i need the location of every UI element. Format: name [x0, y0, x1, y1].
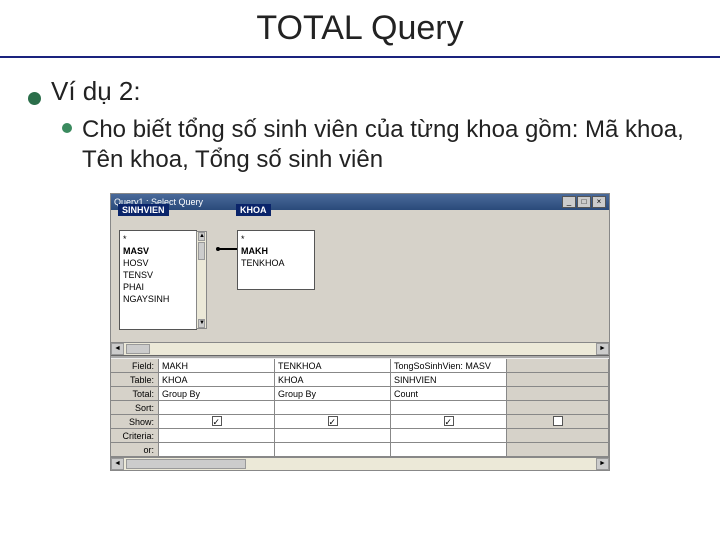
field-cell[interactable]: TENKHOA	[275, 359, 391, 372]
sort-cell[interactable]	[275, 401, 391, 414]
show-checkbox-cell[interactable]	[391, 415, 507, 428]
field-item[interactable]: NGAYSINH	[123, 293, 193, 305]
minimize-button[interactable]: _	[562, 196, 576, 208]
table-box-sinhvien[interactable]: * MASV HOSV TENSV PHAI NGAYSINH ▲ ▼	[119, 230, 197, 330]
table-cell[interactable]: SINHVIEN	[391, 373, 507, 386]
field-list-sinhvien[interactable]: * MASV HOSV TENSV PHAI NGAYSINH	[120, 231, 196, 307]
checkbox-icon[interactable]	[553, 416, 563, 426]
scroll-track[interactable]	[124, 343, 596, 355]
slide-title-bar: TOTAL Query	[0, 0, 720, 58]
table-header-khoa[interactable]: KHOA	[236, 204, 271, 216]
grid-row-show: Show:	[111, 415, 609, 429]
empty-cell[interactable]	[507, 387, 609, 400]
row-label-sort: Sort:	[111, 401, 159, 414]
table-cell[interactable]: KHOA	[275, 373, 391, 386]
window-titlebar[interactable]: Query1 : Select Query _ □ ×	[111, 194, 609, 210]
checkbox-icon[interactable]	[212, 416, 222, 426]
field-list-khoa[interactable]: * MAKH TENKHOA	[238, 231, 314, 271]
table-cell[interactable]: KHOA	[159, 373, 275, 386]
bullet-icon	[62, 123, 72, 133]
field-item[interactable]: *	[123, 233, 193, 245]
sort-cell[interactable]	[159, 401, 275, 414]
vertical-scrollbar[interactable]: ▲ ▼	[196, 231, 207, 329]
show-checkbox-cell[interactable]	[507, 415, 609, 428]
empty-cell[interactable]	[507, 429, 609, 442]
row-label-table: Table:	[111, 373, 159, 386]
row-label-criteria: Criteria:	[111, 429, 159, 442]
empty-cell[interactable]	[507, 443, 609, 456]
empty-cell[interactable]	[507, 373, 609, 386]
bullet-icon	[28, 92, 41, 105]
grid-row-criteria: Criteria:	[111, 429, 609, 443]
total-cell[interactable]: Group By	[275, 387, 391, 400]
scroll-up-arrow-icon[interactable]: ▲	[198, 232, 205, 241]
scroll-down-arrow-icon[interactable]: ▼	[198, 319, 205, 328]
scroll-track[interactable]	[124, 458, 596, 470]
scroll-thumb[interactable]	[126, 459, 246, 469]
scroll-thumb[interactable]	[126, 344, 150, 354]
scroll-thumb[interactable]	[198, 242, 205, 260]
show-checkbox-cell[interactable]	[159, 415, 275, 428]
close-button[interactable]: ×	[592, 196, 606, 208]
total-cell[interactable]: Count	[391, 387, 507, 400]
bullet2-text: Cho biết tổng số sinh viên của từng khoa…	[82, 115, 692, 175]
or-cell[interactable]	[391, 443, 507, 456]
scroll-right-arrow-icon[interactable]: ►	[596, 343, 609, 355]
horizontal-scrollbar-upper[interactable]: ◄ ►	[111, 342, 609, 355]
criteria-cell[interactable]	[159, 429, 275, 442]
table-diagram-pane[interactable]: SINHVIEN * MASV HOSV TENSV PHAI NGAYSINH…	[111, 210, 609, 342]
criteria-cell[interactable]	[391, 429, 507, 442]
show-checkbox-cell[interactable]	[275, 415, 391, 428]
bullet-level-1: Ví dụ 2:	[28, 76, 692, 107]
field-cell[interactable]: MAKH	[159, 359, 275, 372]
empty-cell[interactable]	[507, 359, 609, 372]
or-cell[interactable]	[159, 443, 275, 456]
bullet-level-2: Cho biết tổng số sinh viên của từng khoa…	[62, 115, 692, 175]
scroll-left-arrow-icon[interactable]: ◄	[111, 458, 124, 470]
grid-row-field: Field: MAKH TENKHOA TongSoSinhVien: MASV	[111, 359, 609, 373]
qbe-grid: Field: MAKH TENKHOA TongSoSinhVien: MASV…	[111, 359, 609, 457]
grid-row-table: Table: KHOA KHOA SINHVIEN	[111, 373, 609, 387]
field-item[interactable]: MASV	[123, 245, 193, 257]
field-item[interactable]: MAKH	[241, 245, 311, 257]
field-item[interactable]: HOSV	[123, 257, 193, 269]
total-cell[interactable]: Group By	[159, 387, 275, 400]
grid-row-total: Total: Group By Group By Count	[111, 387, 609, 401]
field-item[interactable]: TENKHOA	[241, 257, 311, 269]
empty-cell[interactable]	[507, 401, 609, 414]
row-label-show: Show:	[111, 415, 159, 428]
checkbox-icon[interactable]	[444, 416, 454, 426]
grid-row-sort: Sort:	[111, 401, 609, 415]
criteria-cell[interactable]	[275, 429, 391, 442]
field-item[interactable]: PHAI	[123, 281, 193, 293]
field-cell[interactable]: TongSoSinhVien: MASV	[391, 359, 507, 372]
or-cell[interactable]	[275, 443, 391, 456]
window-controls: _ □ ×	[562, 196, 606, 208]
row-label-or: or:	[111, 443, 159, 456]
table-box-khoa[interactable]: * MAKH TENKHOA	[237, 230, 315, 290]
scroll-left-arrow-icon[interactable]: ◄	[111, 343, 124, 355]
slide-content: Ví dụ 2: Cho biết tổng số sinh viên của …	[0, 58, 720, 471]
checkbox-icon[interactable]	[328, 416, 338, 426]
row-label-field: Field:	[111, 359, 159, 372]
table-header-sinhvien[interactable]: SINHVIEN	[118, 204, 169, 216]
bullet1-text: Ví dụ 2:	[51, 76, 141, 107]
field-item[interactable]: *	[241, 233, 311, 245]
field-item[interactable]: TENSV	[123, 269, 193, 281]
horizontal-scrollbar-lower[interactable]: ◄ ►	[111, 457, 609, 470]
maximize-button[interactable]: □	[577, 196, 591, 208]
sort-cell[interactable]	[391, 401, 507, 414]
scroll-right-arrow-icon[interactable]: ►	[596, 458, 609, 470]
query-designer-window: Query1 : Select Query _ □ × SINHVIEN * M…	[110, 193, 610, 471]
grid-row-or: or:	[111, 443, 609, 457]
row-label-total: Total:	[111, 387, 159, 400]
slide-title: TOTAL Query	[256, 9, 463, 48]
